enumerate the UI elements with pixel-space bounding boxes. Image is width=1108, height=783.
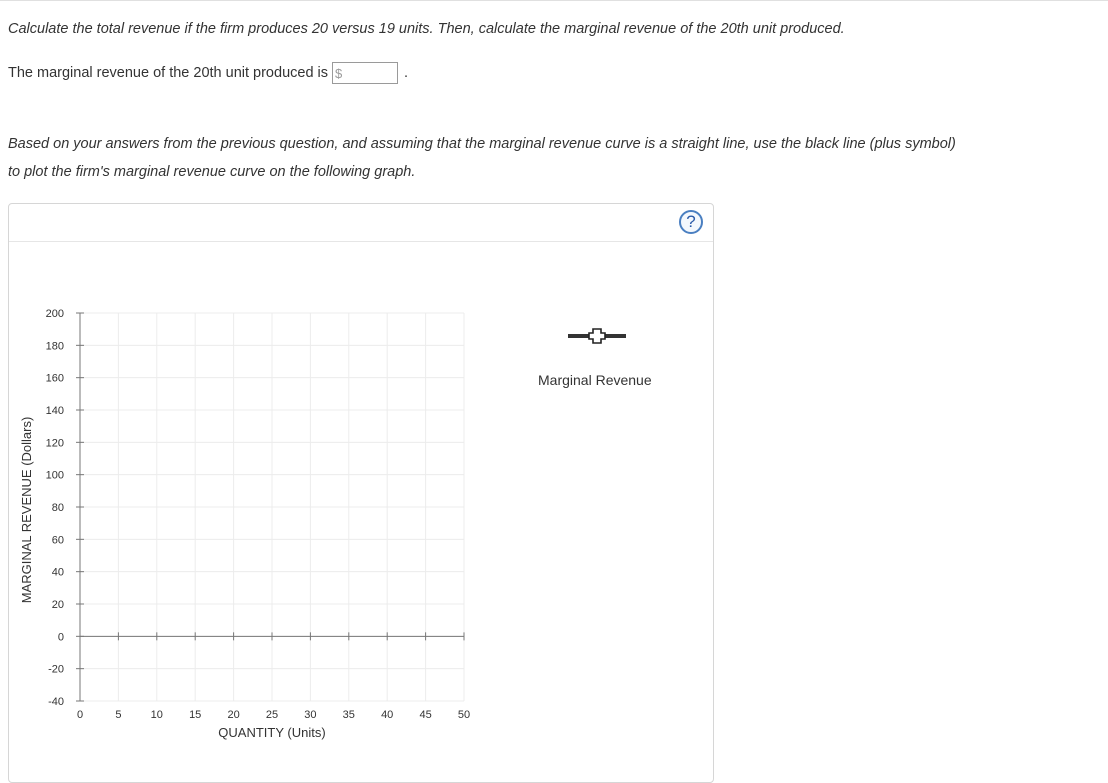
x-tick-label: 10 (151, 709, 163, 721)
y-tick-label: 80 (52, 502, 64, 514)
y-tick-label: -20 (48, 664, 64, 676)
y-tick-label: 140 (46, 405, 64, 417)
y-tick-label: 100 (46, 470, 64, 482)
y-tick-label: 200 (46, 308, 64, 320)
y-tick-label: 40 (52, 567, 64, 579)
y-tick-label: 180 (46, 340, 64, 352)
x-tick-label: 35 (343, 709, 355, 721)
x-tick-label: 20 (227, 709, 239, 721)
legend-label: Marginal Revenue (538, 372, 652, 388)
y-tick-label: 160 (46, 373, 64, 385)
y-tick-label: -40 (48, 696, 64, 708)
x-tick-label: 0 (77, 709, 83, 721)
y-tick-label: 20 (52, 599, 64, 611)
x-tick-label: 30 (304, 709, 316, 721)
y-axis-label: MARGINAL REVENUE (Dollars) (19, 417, 34, 604)
y-tick-label: 120 (46, 437, 64, 449)
chart-grid (80, 312, 465, 702)
x-tick-label: 5 (115, 709, 121, 721)
x-tick-label: 45 (419, 709, 431, 721)
x-tick-label: 50 (458, 709, 470, 721)
x-axis-label: QUANTITY (Units) (218, 725, 325, 740)
x-tick-label: 15 (189, 709, 201, 721)
y-tick-label: 60 (52, 534, 64, 546)
plus-line-tool-icon[interactable] (566, 326, 628, 346)
x-tick-label: 25 (266, 709, 278, 721)
x-tick-label: 40 (381, 709, 393, 721)
y-tick-label: 0 (58, 631, 64, 643)
